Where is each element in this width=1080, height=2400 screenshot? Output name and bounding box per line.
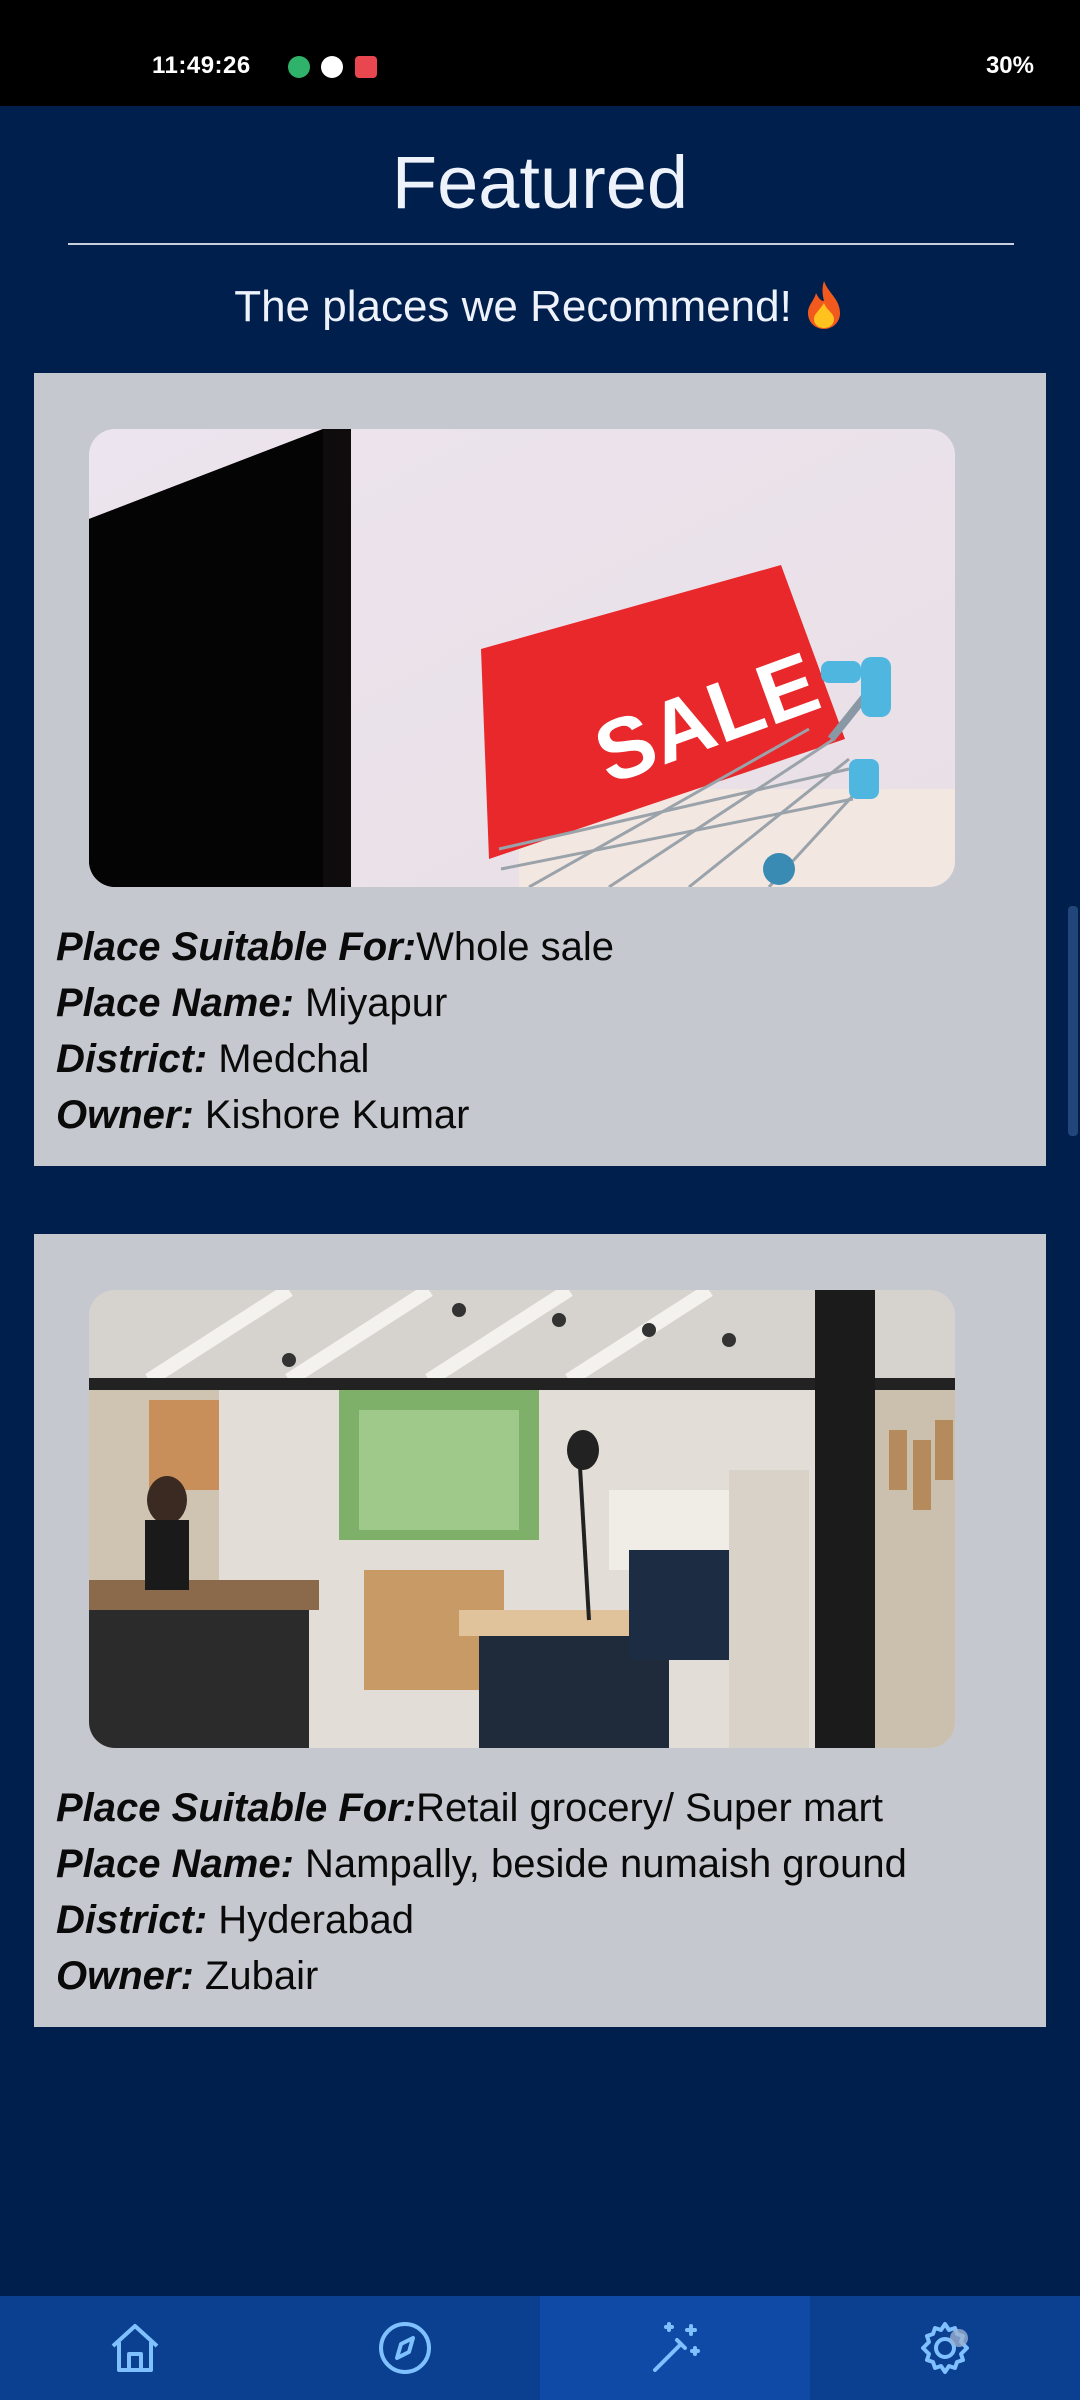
owner-label: Owner: — [56, 1093, 194, 1137]
status-time: 11:49:26 — [152, 52, 251, 79]
nav-featured[interactable] — [540, 2296, 810, 2400]
suitable-for-value: Whole sale — [416, 925, 614, 969]
suitable-for-label: Place Suitable For: — [56, 925, 417, 969]
suitable-for-value: Retail grocery/ Super mart — [416, 1786, 883, 1830]
navigation-notification-icon — [321, 56, 343, 78]
home-icon — [111, 2324, 159, 2372]
district-row: District: Medchal — [56, 1031, 1036, 1087]
nav-settings[interactable] — [810, 2296, 1080, 2400]
settings-gear-icon — [921, 2322, 969, 2374]
app-notification-icon — [288, 56, 310, 78]
place-name-value: Miyapur — [293, 981, 448, 1025]
title-divider — [68, 243, 1014, 245]
battery-level: 30% — [985, 52, 1034, 79]
district-label: District: — [56, 1037, 208, 1081]
bottom-nav — [0, 2296, 1080, 2400]
district-value: Medchal — [207, 1037, 370, 1081]
suitable-for-row: Place Suitable For:Retail grocery/ Super… — [56, 1780, 1036, 1836]
place-card[interactable]: Place Suitable For:Retail grocery/ Super… — [34, 1234, 1046, 2027]
place-details: Place Suitable For:Retail grocery/ Super… — [56, 1780, 1036, 2004]
district-value: Hyderabad — [207, 1898, 414, 1942]
district-row: District: Hyderabad — [56, 1892, 1036, 1948]
nav-explore[interactable] — [270, 2296, 540, 2400]
place-name-label: Place Name: — [56, 1842, 294, 1886]
place-details: Place Suitable For:Whole sale Place Name… — [56, 919, 1036, 1143]
place-image-sale: SALE — [89, 429, 955, 887]
place-name-row: Place Name: Miyapur — [56, 975, 1036, 1031]
place-name-row: Place Name: Nampally, beside numaish gro… — [56, 1836, 1036, 1892]
suitable-for-label: Place Suitable For: — [56, 1786, 417, 1830]
compass-icon — [379, 2322, 431, 2374]
owner-value: Zubair — [193, 1954, 319, 1998]
owner-value: Kishore Kumar — [193, 1093, 470, 1137]
subtitle-text: The places we Recommend! — [234, 282, 792, 331]
place-name-value: Nampally, beside numaish ground — [293, 1842, 907, 1886]
district-label: District: — [56, 1898, 208, 1942]
suitable-for-row: Place Suitable For:Whole sale — [56, 919, 1036, 975]
owner-row: Owner: Zubair — [56, 1948, 1036, 2004]
scrollbar[interactable] — [1068, 906, 1078, 1136]
status-bar: 11:49:26 30% — [0, 0, 1080, 106]
page-subtitle: The places we Recommend! — [0, 279, 1080, 332]
place-name-label: Place Name: — [56, 981, 294, 1025]
owner-row: Owner: Kishore Kumar — [56, 1087, 1036, 1143]
place-image-store — [89, 1290, 955, 1748]
message-notification-icon — [355, 56, 377, 78]
nav-home[interactable] — [0, 2296, 270, 2400]
fire-icon — [807, 281, 840, 329]
owner-label: Owner: — [56, 1954, 194, 1998]
page-title: Featured — [391, 141, 689, 224]
place-card[interactable]: SALE Place Suitable For:Whole sale Place… — [34, 373, 1046, 1166]
magic-wand-icon — [653, 2322, 700, 2372]
